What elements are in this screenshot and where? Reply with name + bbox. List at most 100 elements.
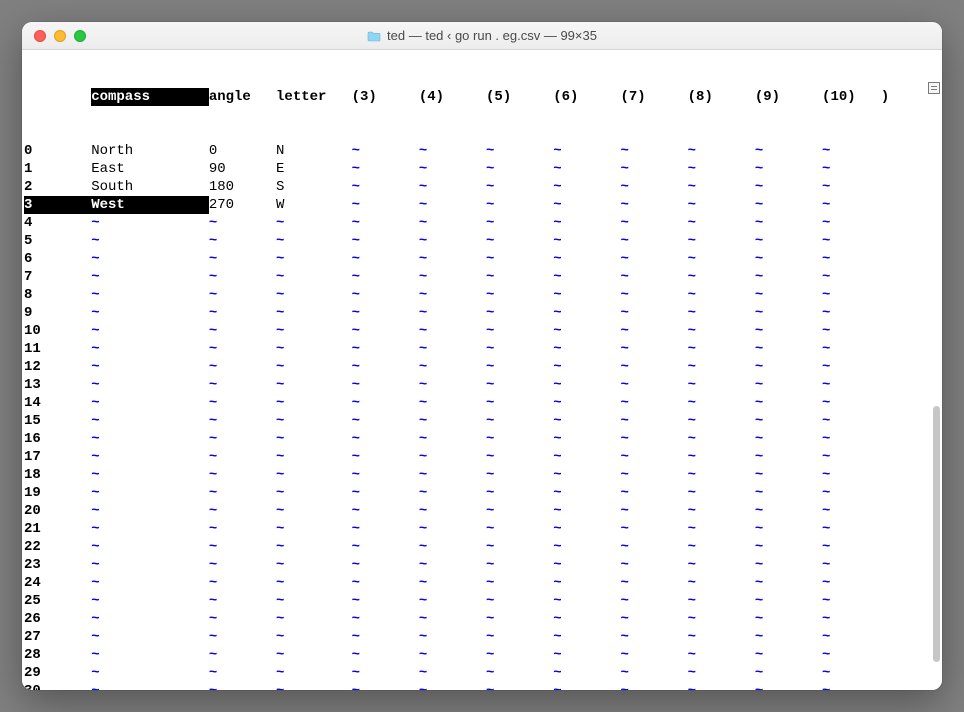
table-row[interactable]: 15~~~~~~~~~~~: [24, 412, 942, 430]
empty-cell[interactable]: ~: [209, 574, 276, 592]
empty-cell[interactable]: ~: [419, 250, 486, 268]
empty-cell[interactable]: ~: [755, 628, 822, 646]
empty-cell[interactable]: ~: [688, 484, 755, 502]
empty-cell[interactable]: ~: [276, 520, 352, 538]
empty-cell[interactable]: ~: [91, 484, 209, 502]
empty-cell[interactable]: ~: [419, 430, 486, 448]
empty-cell[interactable]: ~: [553, 286, 620, 304]
table-row[interactable]: 16~~~~~~~~~~~: [24, 430, 942, 448]
empty-cell[interactable]: ~: [209, 448, 276, 466]
zoom-icon[interactable]: [74, 30, 86, 42]
empty-cell[interactable]: ~: [91, 412, 209, 430]
empty-cell[interactable]: ~: [91, 502, 209, 520]
empty-cell[interactable]: ~: [352, 628, 419, 646]
empty-cell[interactable]: ~: [91, 268, 209, 286]
empty-cell[interactable]: ~: [822, 196, 881, 214]
empty-cell[interactable]: ~: [755, 142, 822, 160]
close-icon[interactable]: [34, 30, 46, 42]
empty-cell[interactable]: ~: [822, 160, 881, 178]
empty-cell[interactable]: ~: [755, 538, 822, 556]
empty-cell[interactable]: ~: [352, 484, 419, 502]
empty-cell[interactable]: ~: [91, 682, 209, 690]
empty-cell[interactable]: ~: [620, 628, 687, 646]
empty-cell[interactable]: ~: [553, 394, 620, 412]
empty-cell[interactable]: ~: [553, 484, 620, 502]
data-cell[interactable]: East: [91, 160, 209, 178]
empty-cell[interactable]: ~: [419, 394, 486, 412]
empty-cell[interactable]: ~: [620, 412, 687, 430]
empty-cell[interactable]: ~: [620, 232, 687, 250]
empty-cell[interactable]: ~: [276, 412, 352, 430]
table-row[interactable]: 2South180S~~~~~~~~: [24, 178, 942, 196]
empty-cell[interactable]: ~: [620, 664, 687, 682]
empty-cell[interactable]: ~: [91, 340, 209, 358]
empty-cell[interactable]: ~: [822, 268, 881, 286]
empty-cell[interactable]: ~: [352, 412, 419, 430]
empty-cell[interactable]: ~: [620, 178, 687, 196]
empty-cell[interactable]: ~: [620, 358, 687, 376]
table-row[interactable]: 27~~~~~~~~~~~: [24, 628, 942, 646]
empty-cell[interactable]: ~: [688, 538, 755, 556]
empty-cell[interactable]: ~: [822, 466, 881, 484]
empty-cell[interactable]: ~: [688, 682, 755, 690]
empty-cell[interactable]: ~: [755, 376, 822, 394]
empty-cell[interactable]: ~: [553, 250, 620, 268]
empty-cell[interactable]: ~: [91, 376, 209, 394]
empty-cell[interactable]: ~: [276, 250, 352, 268]
empty-cell[interactable]: ~: [620, 502, 687, 520]
empty-cell[interactable]: ~: [553, 466, 620, 484]
empty-cell[interactable]: ~: [419, 448, 486, 466]
empty-cell[interactable]: ~: [688, 160, 755, 178]
empty-cell[interactable]: ~: [276, 592, 352, 610]
empty-cell[interactable]: ~: [620, 268, 687, 286]
empty-cell[interactable]: ~: [419, 268, 486, 286]
empty-cell[interactable]: ~: [486, 304, 553, 322]
empty-cell[interactable]: ~: [553, 556, 620, 574]
empty-cell[interactable]: ~: [688, 628, 755, 646]
empty-cell[interactable]: ~: [486, 376, 553, 394]
empty-cell[interactable]: ~: [822, 412, 881, 430]
empty-cell[interactable]: ~: [352, 232, 419, 250]
empty-cell[interactable]: ~: [486, 448, 553, 466]
data-cell[interactable]: North: [91, 142, 209, 160]
empty-cell[interactable]: ~: [209, 520, 276, 538]
empty-cell[interactable]: ~: [620, 592, 687, 610]
empty-cell[interactable]: ~: [352, 304, 419, 322]
empty-cell[interactable]: ~: [620, 556, 687, 574]
empty-cell[interactable]: ~: [352, 646, 419, 664]
empty-cell[interactable]: ~: [755, 268, 822, 286]
table-row[interactable]: 21~~~~~~~~~~~: [24, 520, 942, 538]
empty-cell[interactable]: ~: [352, 610, 419, 628]
empty-cell[interactable]: ~: [419, 232, 486, 250]
empty-cell[interactable]: ~: [755, 610, 822, 628]
empty-cell[interactable]: ~: [688, 646, 755, 664]
empty-cell[interactable]: ~: [352, 592, 419, 610]
empty-cell[interactable]: ~: [276, 232, 352, 250]
table-row[interactable]: 12~~~~~~~~~~~: [24, 358, 942, 376]
empty-cell[interactable]: ~: [553, 340, 620, 358]
empty-cell[interactable]: ~: [755, 664, 822, 682]
empty-cell[interactable]: ~: [486, 682, 553, 690]
empty-cell[interactable]: ~: [352, 178, 419, 196]
data-cell[interactable]: West: [91, 196, 209, 214]
empty-cell[interactable]: ~: [91, 304, 209, 322]
table-row[interactable]: 13~~~~~~~~~~~: [24, 376, 942, 394]
empty-cell[interactable]: ~: [822, 376, 881, 394]
empty-cell[interactable]: ~: [486, 430, 553, 448]
empty-cell[interactable]: ~: [553, 304, 620, 322]
table-row[interactable]: 6~~~~~~~~~~~: [24, 250, 942, 268]
empty-cell[interactable]: ~: [755, 358, 822, 376]
empty-cell[interactable]: ~: [419, 538, 486, 556]
empty-cell[interactable]: ~: [276, 322, 352, 340]
empty-cell[interactable]: ~: [755, 484, 822, 502]
empty-cell[interactable]: ~: [419, 628, 486, 646]
empty-cell[interactable]: ~: [553, 376, 620, 394]
empty-cell[interactable]: ~: [755, 286, 822, 304]
empty-cell[interactable]: ~: [486, 502, 553, 520]
empty-cell[interactable]: ~: [688, 466, 755, 484]
empty-cell[interactable]: ~: [91, 250, 209, 268]
empty-cell[interactable]: ~: [352, 394, 419, 412]
empty-cell[interactable]: ~: [486, 250, 553, 268]
empty-cell[interactable]: ~: [91, 520, 209, 538]
empty-cell[interactable]: ~: [553, 628, 620, 646]
